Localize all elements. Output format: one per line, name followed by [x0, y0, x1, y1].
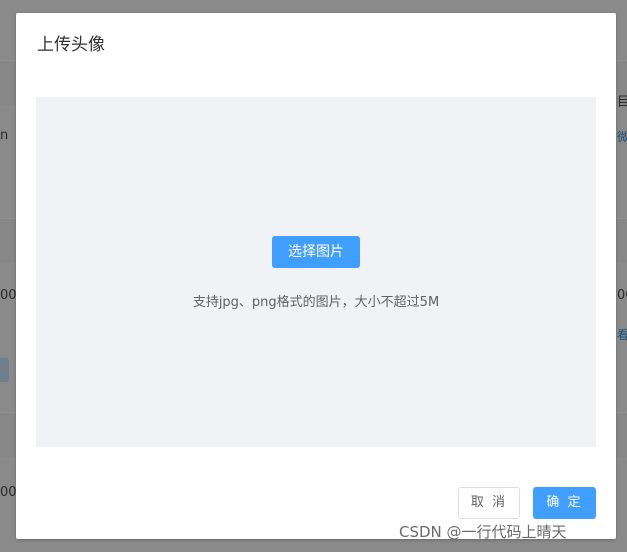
background-cell-text: n [0, 128, 9, 143]
cancel-button[interactable]: 取 消 [458, 487, 520, 519]
background-cell-text: 00 [617, 288, 627, 303]
background-header-text: 目负 [617, 95, 627, 110]
watermark: CSDN @一行代码上晴天 [399, 523, 567, 541]
background-cell-text: 00 [0, 288, 17, 303]
background-tag [0, 358, 9, 382]
background-link: 看 [617, 328, 627, 342]
select-image-button[interactable]: 选择图片 [272, 236, 360, 268]
upload-hint: 支持jpg、png格式的图片，大小不超过5M [192, 295, 440, 310]
upload-area[interactable]: 选择图片 支持jpg、png格式的图片，大小不超过5M [36, 97, 596, 447]
upload-avatar-dialog: 上传头像 选择图片 支持jpg、png格式的图片，大小不超过5M 取 消 确 定 [16, 13, 616, 539]
background-link: 微 [617, 130, 627, 144]
dialog-title: 上传头像 [37, 35, 105, 55]
confirm-button[interactable]: 确 定 [533, 487, 596, 519]
background-cell-text: 00 [0, 485, 17, 500]
